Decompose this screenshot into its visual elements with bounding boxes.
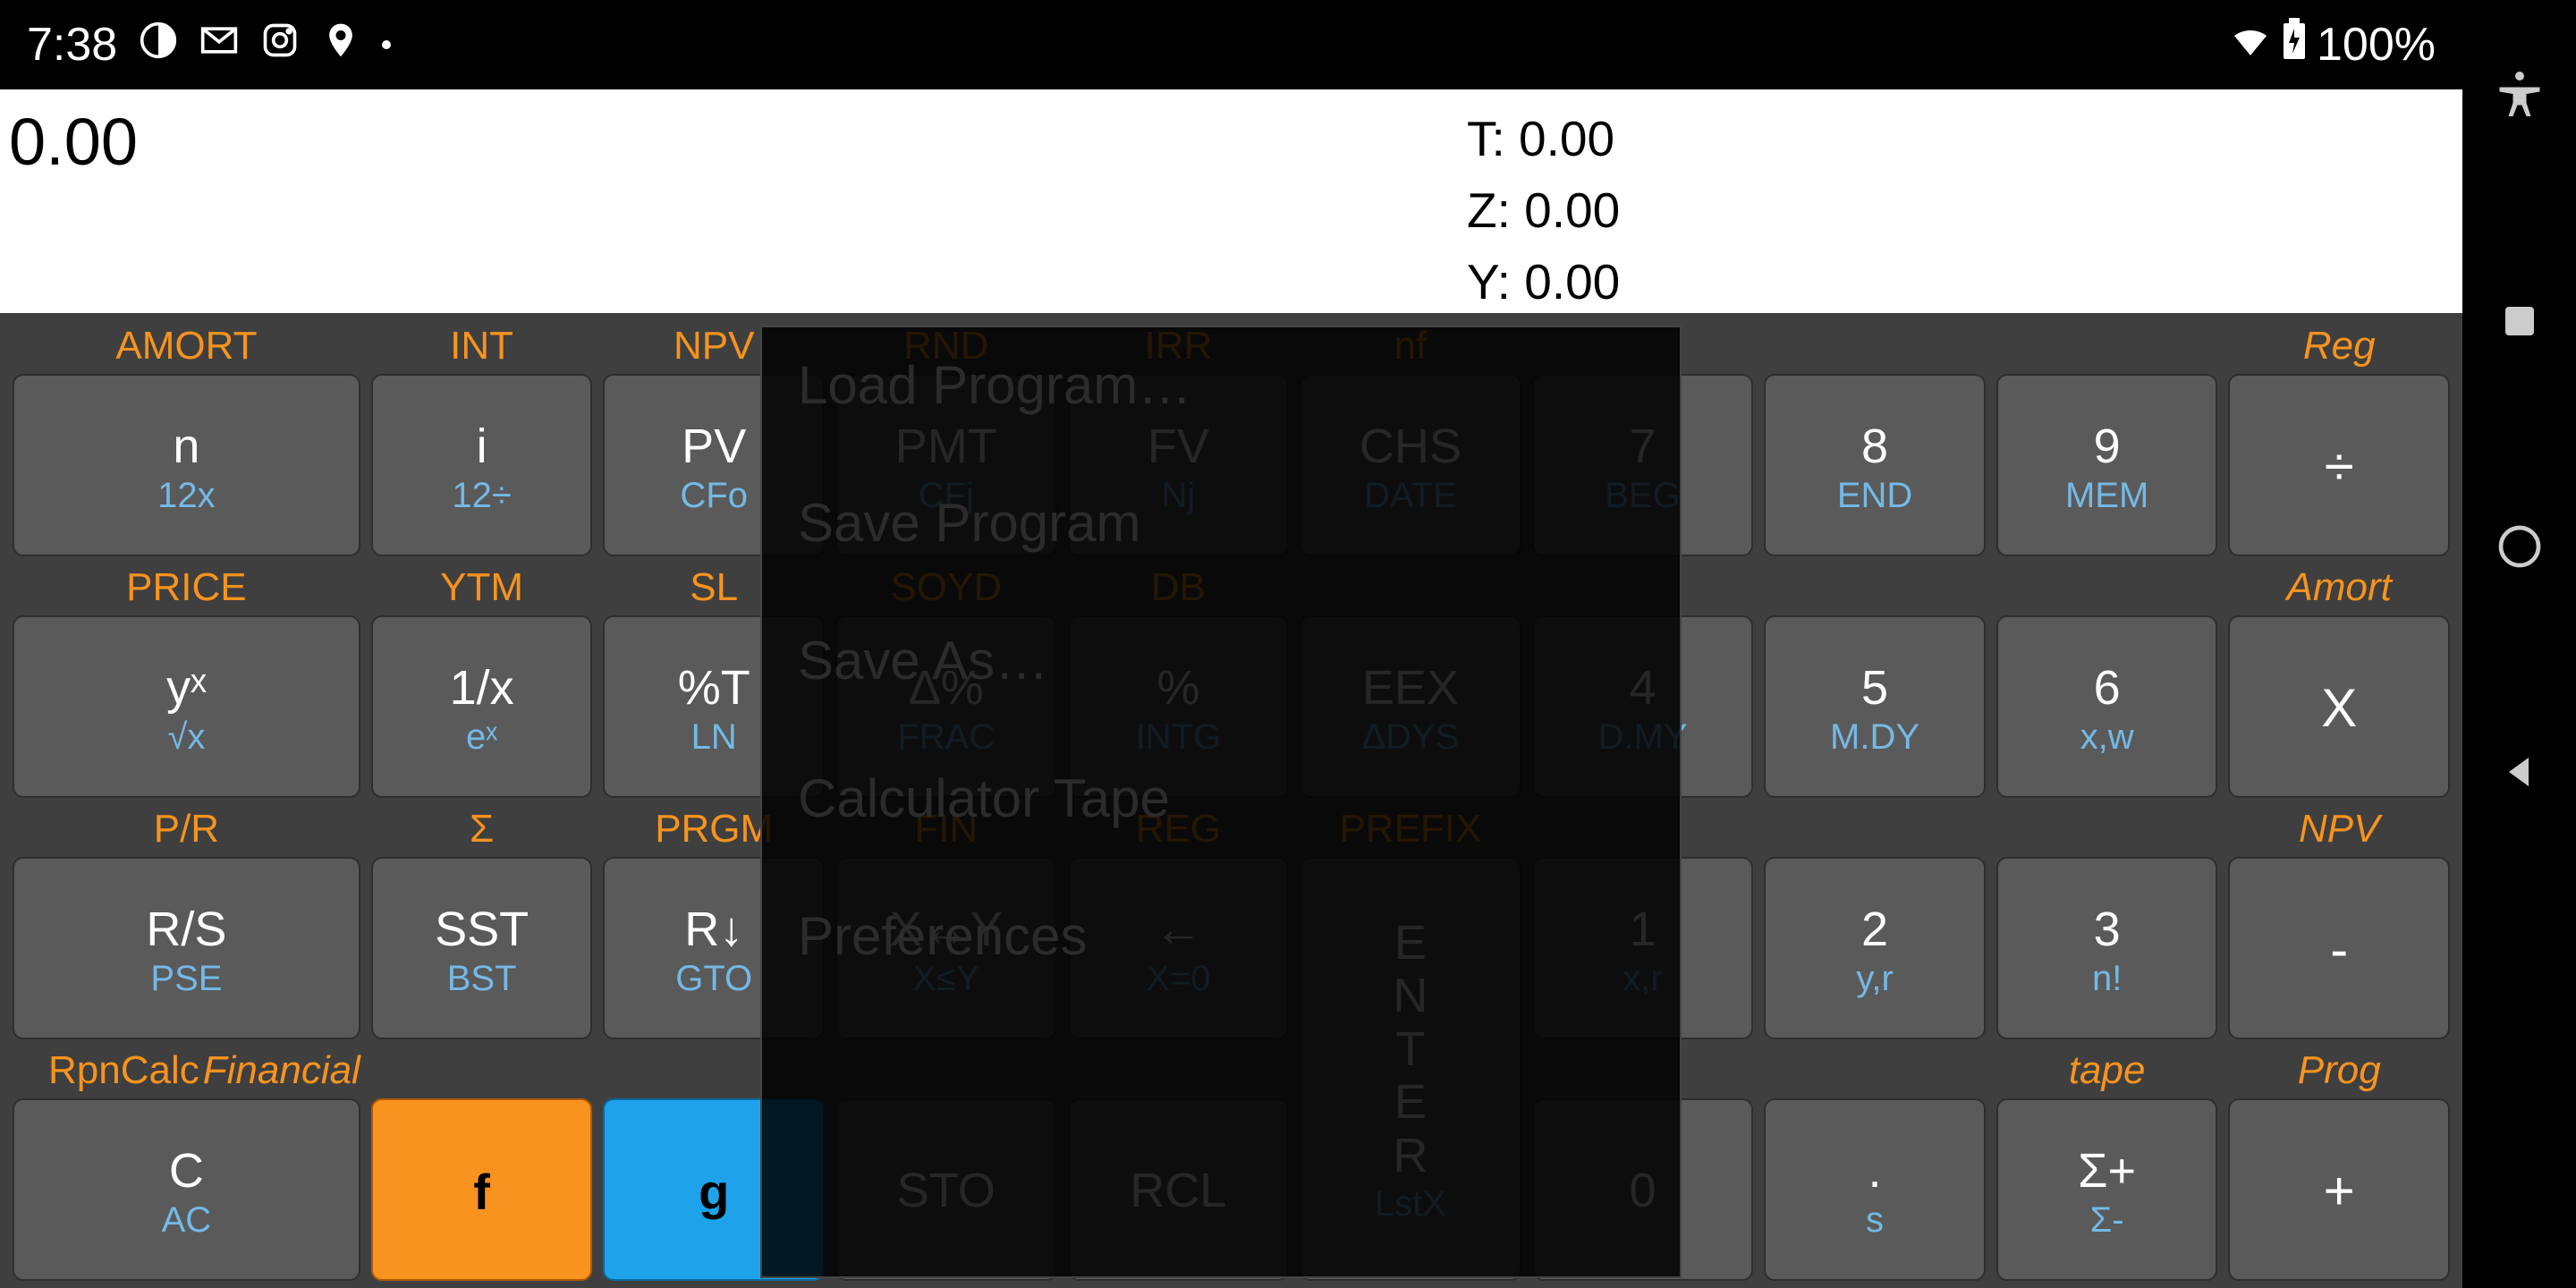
display-z-register: Z: 0.00 [1467, 175, 1620, 247]
key-5[interactable]: 5M.DY [1764, 615, 1986, 798]
display-x-register: 0.00 [9, 104, 138, 180]
wifi-icon [2229, 18, 2272, 72]
key-reciprocal[interactable]: 1/xeˣ [371, 615, 593, 798]
nav-recent-apps-icon[interactable] [2498, 300, 2541, 347]
f-label-blank [1996, 315, 2218, 369]
status-time: 7:38 [27, 18, 117, 72]
display-t-register: T: 0.00 [1467, 104, 1620, 175]
key-divide[interactable]: ÷ [2228, 374, 2450, 556]
key-n[interactable]: n12x [13, 374, 360, 556]
key-f-shift[interactable]: f [371, 1098, 593, 1281]
f-label-pr: P/R [13, 798, 360, 852]
key-3[interactable]: 3n! [1996, 857, 2218, 1039]
key-sst[interactable]: SSTBST [371, 857, 593, 1039]
f-label-price: PRICE [13, 556, 360, 610]
key-9[interactable]: 9MEM [1996, 374, 2218, 556]
key-i[interactable]: i12÷ [371, 374, 593, 556]
f-label-sigma: Σ [371, 798, 593, 852]
display-stack: T: 0.00 Z: 0.00 Y: 0.00 [1467, 104, 1620, 318]
brand-label: RpnCalc Financial [13, 1039, 360, 1093]
key-multiply[interactable]: X [2228, 615, 2450, 798]
f-label-amort-op: Amort [2228, 556, 2450, 610]
display-y-register: Y: 0.00 [1467, 247, 1620, 318]
menu-item-save-as[interactable]: Save As… [798, 630, 1644, 691]
nav-back-icon[interactable] [2498, 750, 2541, 798]
key-minus[interactable]: - [2228, 857, 2450, 1039]
gmail-icon [199, 18, 239, 72]
menu-item-preferences[interactable]: Preferences [798, 905, 1644, 967]
key-ypow[interactable]: yˣ√x [13, 615, 360, 798]
key-2[interactable]: 2y,r [1764, 857, 1986, 1039]
f-label-ytm: YTM [371, 556, 593, 610]
key-sigma-plus[interactable]: Σ+Σ- [1996, 1098, 2218, 1281]
instagram-icon [260, 18, 300, 72]
key-clear[interactable]: CAC [13, 1098, 360, 1281]
f-label-blank [1764, 1039, 1986, 1093]
f-label-blank [1996, 798, 2218, 852]
key-rs[interactable]: R/SPSE [13, 857, 360, 1039]
android-nav-bar [2462, 0, 2576, 1288]
f-label-blank [1764, 315, 1986, 369]
menu-item-save-program[interactable]: Save Program [798, 492, 1644, 554]
context-menu-overlay[interactable]: Load Program… Save Program Save As… Calc… [760, 326, 1682, 1278]
f-label-blank [371, 1039, 593, 1093]
f-label-int: INT [371, 315, 593, 369]
nav-home-icon[interactable] [2495, 521, 2545, 576]
key-decimal[interactable]: .s [1764, 1098, 1986, 1281]
key-6[interactable]: 6x,w [1996, 615, 2218, 798]
accessibility-icon[interactable] [2493, 67, 2546, 125]
android-status-bar: 7:38 [0, 0, 2462, 89]
calculator-display: 0.00 T: 0.00 Z: 0.00 Y: 0.00 [0, 89, 2462, 313]
f-label-tape: tape [1996, 1039, 2218, 1093]
battery-charging-icon [2279, 18, 2309, 72]
f-label-blank [1996, 556, 2218, 610]
location-icon [321, 18, 360, 72]
f-label-reg: Reg [2228, 315, 2450, 369]
f-label-npv-op: NPV [2228, 798, 2450, 852]
key-8[interactable]: 8END [1764, 374, 1986, 556]
menu-item-load-program[interactable]: Load Program… [798, 354, 1644, 416]
key-plus[interactable]: + [2228, 1098, 2450, 1281]
status-icon-app [139, 18, 178, 72]
f-label-prog: Prog [2228, 1039, 2450, 1093]
f-label-amort: AMORT [13, 315, 360, 369]
battery-percent: 100% [2317, 18, 2436, 72]
menu-item-calculator-tape[interactable]: Calculator Tape [798, 767, 1644, 829]
f-label-blank [1764, 798, 1986, 852]
calculator-keypad: AMORTn12x INTi12÷ NPVPVCFo RNDPMTCFj IRR… [0, 313, 2462, 1288]
f-label-blank [1764, 556, 1986, 610]
status-overflow-dot-icon [382, 40, 391, 49]
